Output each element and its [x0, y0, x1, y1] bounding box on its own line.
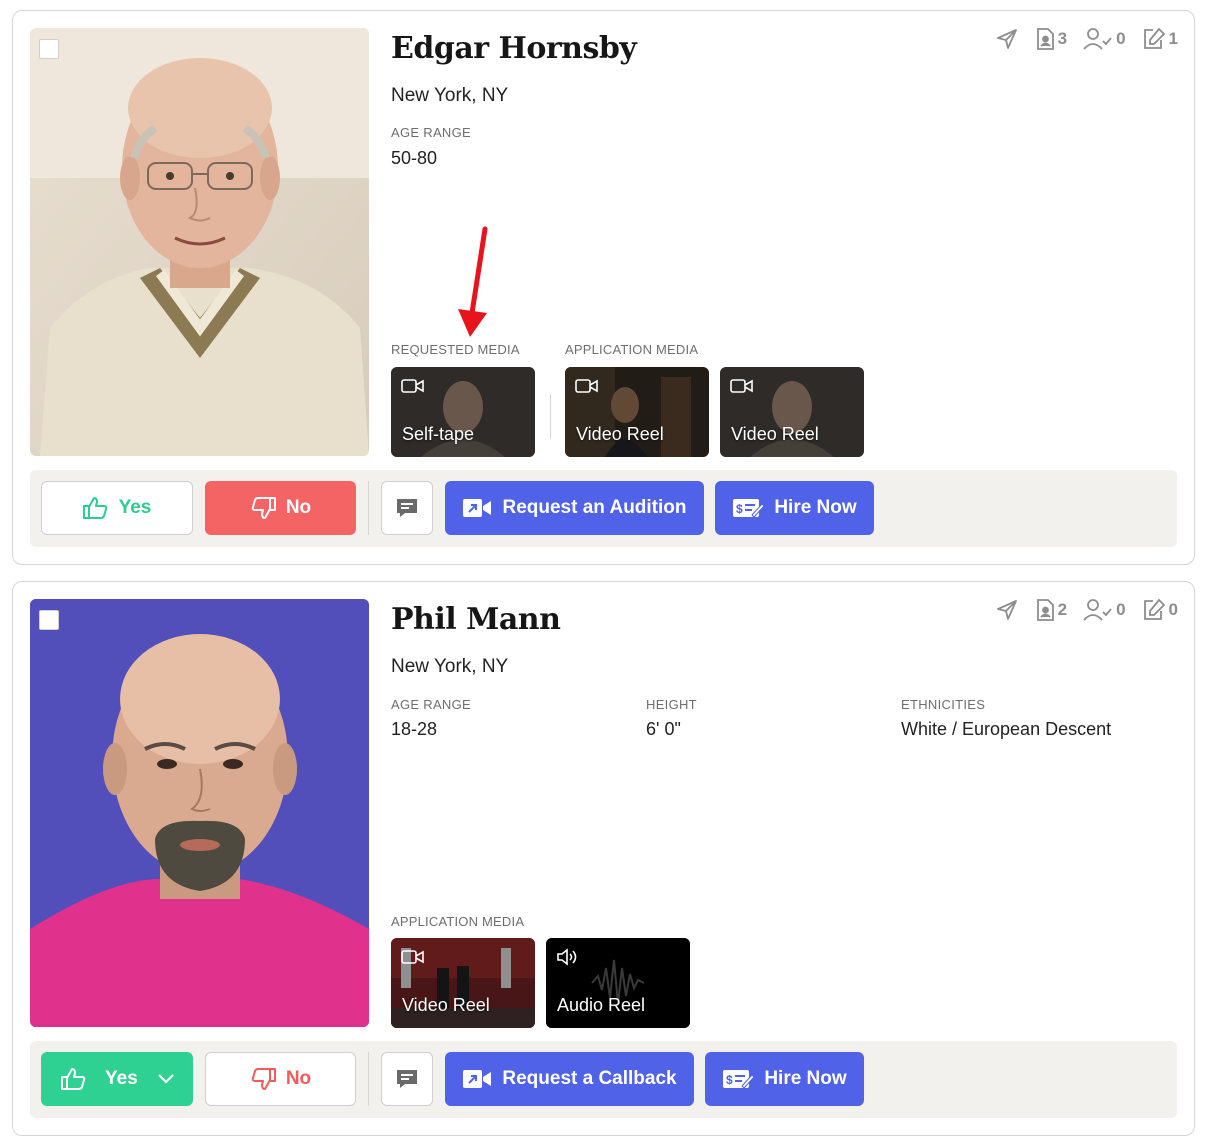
- svg-text:$: $: [726, 1073, 733, 1087]
- yes-button[interactable]: Yes: [41, 481, 193, 535]
- ethnicities-value: White / European Descent: [901, 719, 1112, 739]
- talent-card: Edgar Hornsby New York, NY AGE RANGE 50-…: [12, 10, 1195, 565]
- submission-icon: [1036, 599, 1054, 621]
- height-value: 6' 0": [646, 719, 681, 739]
- height-label: HEIGHT: [646, 697, 697, 712]
- hire-now-label: Hire Now: [764, 1068, 847, 1089]
- comment-button[interactable]: [381, 1052, 433, 1106]
- video-camera-icon: [401, 950, 424, 964]
- submission-icon: [1036, 28, 1054, 50]
- headshot-photo[interactable]: [30, 28, 369, 456]
- request-audition-label: Request an Audition: [502, 497, 687, 518]
- media-divider: [550, 394, 551, 439]
- media-tile-video-reel[interactable]: Video Reel: [720, 367, 864, 457]
- notes-count: 0: [1168, 600, 1178, 619]
- yes-label: Yes: [118, 497, 152, 518]
- notes-stat[interactable]: 0: [1142, 598, 1178, 622]
- talent-location: New York, NY: [391, 85, 509, 106]
- age-range-label: AGE RANGE: [391, 697, 471, 712]
- send-icon: [996, 600, 1017, 620]
- checked-stat[interactable]: 0: [1083, 27, 1126, 51]
- submissions-count: 2: [1057, 600, 1068, 619]
- submissions-count: 3: [1057, 29, 1068, 48]
- chevron-down-icon: [158, 1074, 174, 1084]
- video-camera-icon: [730, 379, 753, 393]
- user-check-icon: [1083, 599, 1112, 621]
- thumbs-down-icon: [251, 497, 276, 519]
- age-range-value: 18-28: [391, 719, 438, 739]
- checked-count: 0: [1116, 29, 1126, 48]
- talent-card: Phil Mann New York, NY AGE RANGE 18-28 H…: [12, 581, 1195, 1136]
- send-icon: [996, 29, 1017, 49]
- action-bar: Yes No Request an Audition $ Hire Now: [30, 470, 1177, 547]
- action-bar: Yes No Request a Callback $ Hire Now: [30, 1041, 1177, 1118]
- hire-icon: $: [723, 1070, 755, 1089]
- select-checkbox[interactable]: [39, 610, 59, 630]
- notes-count: 1: [1168, 29, 1178, 48]
- application-media-label: APPLICATION MEDIA: [391, 914, 525, 929]
- comment-icon: [397, 1070, 417, 1088]
- speaker-icon: [557, 948, 577, 966]
- request-callback-label: Request a Callback: [502, 1068, 677, 1089]
- hire-now-label: Hire Now: [774, 497, 857, 518]
- send-stat[interactable]: [995, 598, 1019, 622]
- checked-stat[interactable]: 0: [1083, 598, 1126, 622]
- no-button[interactable]: No: [205, 1052, 356, 1106]
- stats-row: 3 0 1: [995, 27, 1178, 51]
- send-stat[interactable]: [995, 27, 1019, 51]
- submissions-stat[interactable]: 3: [1035, 27, 1067, 51]
- talent-name[interactable]: Phil Mann: [391, 602, 561, 637]
- media-tile-label: Self-tape: [402, 424, 475, 444]
- request-callback-button[interactable]: Request a Callback: [445, 1052, 694, 1106]
- media-tile-label: Video Reel: [402, 995, 490, 1015]
- ethnicities-label: ETHNICITIES: [901, 697, 986, 712]
- hire-now-button[interactable]: $ Hire Now: [715, 481, 874, 535]
- yes-dropdown-button[interactable]: Yes: [41, 1052, 193, 1106]
- hire-now-button[interactable]: $ Hire Now: [705, 1052, 864, 1106]
- no-label: No: [285, 1068, 312, 1089]
- action-divider: [368, 1052, 369, 1106]
- headshot-image: [30, 28, 369, 456]
- user-check-icon: [1083, 28, 1112, 50]
- no-button[interactable]: No: [205, 481, 356, 535]
- yes-label: Yes: [105, 1068, 138, 1089]
- video-request-icon: [463, 499, 492, 517]
- media-tile-video-reel[interactable]: Video Reel: [565, 367, 709, 457]
- media-tile-self-tape[interactable]: Self-tape: [391, 367, 535, 457]
- hire-icon: $: [733, 499, 765, 518]
- media-tile-label: Video Reel: [731, 424, 819, 444]
- submissions-stat[interactable]: 2: [1035, 598, 1067, 622]
- annotation-arrow-icon: [458, 226, 488, 337]
- select-checkbox[interactable]: [39, 39, 59, 59]
- requested-media-label: REQUESTED MEDIA: [391, 342, 520, 357]
- video-camera-icon: [575, 379, 598, 393]
- thumbs-down-icon: [251, 1068, 276, 1090]
- age-range-value: 50-80: [391, 148, 438, 168]
- no-label: No: [285, 497, 312, 518]
- action-divider: [368, 481, 369, 535]
- request-audition-button[interactable]: Request an Audition: [445, 481, 704, 535]
- talent-location: New York, NY: [391, 656, 509, 677]
- media-tile-video-reel[interactable]: Video Reel: [391, 938, 535, 1028]
- checked-count: 0: [1116, 600, 1126, 619]
- headshot-photo[interactable]: [30, 599, 369, 1027]
- edit-icon: [1143, 27, 1165, 49]
- thumbs-up-icon: [82, 497, 107, 519]
- video-camera-icon: [401, 379, 424, 393]
- edit-icon: [1143, 598, 1165, 620]
- svg-text:$: $: [736, 502, 743, 516]
- notes-stat[interactable]: 1: [1142, 27, 1178, 51]
- talent-name[interactable]: Edgar Hornsby: [391, 31, 637, 66]
- media-tile-audio-reel[interactable]: Audio Reel: [546, 938, 690, 1028]
- media-tile-label: Video Reel: [576, 424, 664, 444]
- thumbs-up-icon: [61, 1068, 86, 1090]
- application-media-label: APPLICATION MEDIA: [565, 342, 699, 357]
- stats-row: 2 0 0: [995, 598, 1178, 622]
- comment-button[interactable]: [381, 481, 433, 535]
- video-request-icon: [463, 1070, 492, 1088]
- headshot-image: [30, 599, 369, 1027]
- age-range-label: AGE RANGE: [391, 125, 471, 140]
- media-tile-label: Audio Reel: [557, 995, 646, 1015]
- comment-icon: [397, 499, 417, 517]
